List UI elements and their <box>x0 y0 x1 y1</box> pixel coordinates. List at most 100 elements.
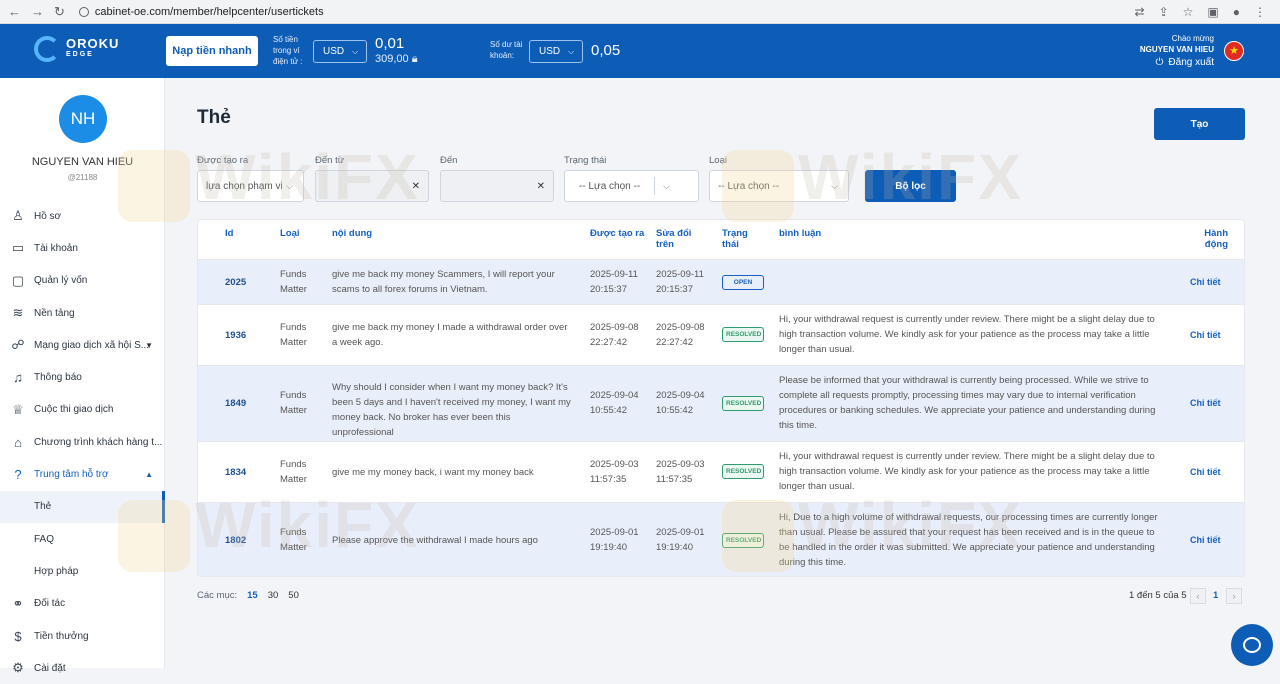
status-badge: RESOLVED <box>722 327 764 342</box>
filter-button[interactable]: Bộ lọc <box>865 170 956 202</box>
table-row: 1802 Funds Matter Please approve the wit… <box>198 502 1244 576</box>
sidebar-item-legal[interactable]: Hợp pháp <box>0 555 165 587</box>
detail-link[interactable]: Chi tiết <box>1190 396 1221 411</box>
sidebar-item-profile[interactable]: ♙ Hồ sơ <box>0 200 165 232</box>
sidebar-item-label: Nền tảng <box>34 307 75 319</box>
ticket-modified: 2025-09-08 22:27:42 <box>656 322 705 348</box>
quick-deposit-button[interactable]: Nạp tiền nhanh <box>166 36 258 66</box>
chevron-left-icon: ‹ <box>1196 591 1200 601</box>
table-row: 1834 Funds Matter give me my money back,… <box>198 441 1244 502</box>
header-id[interactable]: Id <box>225 228 233 239</box>
clear-icon[interactable]: ✕ <box>537 181 545 192</box>
sidebar-item-faq[interactable]: FAQ <box>0 523 165 555</box>
current-page-number[interactable]: 1 <box>1213 590 1218 601</box>
power-icon: ⏻ <box>1155 57 1164 68</box>
page-title: Thẻ <box>197 107 231 128</box>
account-currency-select[interactable]: USD ⌵ <box>529 40 583 63</box>
brand-logo[interactable]: OROKU EDGE <box>34 36 119 62</box>
welcome-block: Chào mừng NGUYEN VAN HIEU <box>1140 33 1214 55</box>
status-badge: OPEN <box>722 275 764 290</box>
sidebar-item-label: Cài đặt <box>34 662 66 674</box>
header-status[interactable]: Trạng thái <box>722 228 762 250</box>
account-currency-value: USD <box>539 46 561 57</box>
from-date-input[interactable]: ✕ <box>315 170 429 202</box>
sidebar-item-accounts[interactable]: ▭ Tài khoản <box>0 232 165 264</box>
welcome-label: Chào mừng <box>1171 34 1214 43</box>
sidebar-item-settings[interactable]: ⚙ Cài đặt <box>0 652 165 684</box>
ticket-comment: Hi, your withdrawal request is currently… <box>779 314 1155 355</box>
sidebar-item-label: Mạng giao dịch xã hội S... <box>34 339 150 351</box>
header-type[interactable]: Loại <box>280 228 300 239</box>
sidebar-item-contests[interactable]: ♕ Cuộc thi giao dịch <box>0 394 165 426</box>
detail-link[interactable]: Chi tiết <box>1190 533 1221 548</box>
sidebar-menu: ♙ Hồ sơ ▭ Tài khoản ▢ Quản lý vốn ≋ Nền tảng… <box>0 200 165 684</box>
share-icon[interactable]: ⇪ <box>1159 5 1169 19</box>
header-modified[interactable]: Sửa đổi trên <box>656 228 696 250</box>
reload-icon[interactable]: ↻ <box>54 4 65 20</box>
detail-link[interactable]: Chi tiết <box>1190 275 1221 290</box>
sidebar-item-loyalty[interactable]: ⌂ Chương trình khách hàng t... <box>0 426 165 458</box>
sidebar-item-help-center[interactable]: ? Trung tâm hỗ trợ ▲ <box>0 458 165 490</box>
address-bar[interactable]: cabinet-oe.com/member/helpcenter/usertic… <box>78 6 324 18</box>
vietnam-flag-icon[interactable]: ★ <box>1224 41 1244 61</box>
chevron-down-icon: ▼ <box>145 340 153 350</box>
create-ticket-button[interactable]: Tạo <box>1154 108 1245 140</box>
ticket-content: Please approve the withdrawal I made hou… <box>332 535 538 546</box>
sidebar-item-funds[interactable]: ▢ Quản lý vốn <box>0 265 165 297</box>
type-select-value: -- Lựa chọn -- <box>718 180 780 192</box>
ticket-created: 2025-09-03 11:57:35 <box>590 459 639 485</box>
sidebar-item-bonus[interactable]: $ Tiền thưởng <box>0 620 165 652</box>
sidebar-item-tickets[interactable]: Thẻ <box>0 490 165 523</box>
type-select[interactable]: -- Lựa chọn -- ⌵ <box>709 170 849 202</box>
to-date-input[interactable]: ✕ <box>440 170 554 202</box>
trophy-icon: ♕ <box>12 401 24 417</box>
created-range-select[interactable]: lựa chọn phạm vi ⌵ <box>197 170 304 202</box>
header-content[interactable]: nội dung <box>332 228 372 239</box>
detail-link[interactable]: Chi tiết <box>1190 465 1221 480</box>
profile-icon[interactable]: ● <box>1233 5 1240 19</box>
ticket-type: Funds Matter <box>280 322 307 348</box>
logout-button[interactable]: ⏻ Đăng xuất <box>1155 57 1214 68</box>
chevron-down-icon: ⌵ <box>831 180 838 191</box>
logout-label: Đăng xuất <box>1168 57 1214 68</box>
live-chat-button[interactable] <box>1231 624 1273 666</box>
wallet-label: Số tiền trong ví điện tử : <box>273 35 303 66</box>
next-page-button[interactable]: › <box>1226 588 1242 604</box>
prev-page-button[interactable]: ‹ <box>1190 588 1206 604</box>
table-row: 2025 Funds Matter give me back my money … <box>198 259 1244 304</box>
sidebar-item-label: Chương trình khách hàng t... <box>34 436 163 448</box>
clear-icon[interactable]: ✕ <box>412 181 420 192</box>
ticket-id: 1834 <box>225 467 247 478</box>
sidebar-item-partners[interactable]: ⚭ Đối tác <box>0 588 165 620</box>
sidebar-item-label: Tiền thưởng <box>34 630 89 642</box>
header-comment[interactable]: bình luận <box>779 228 821 239</box>
sidebar-item-platforms[interactable]: ≋ Nền tảng <box>0 297 165 329</box>
page-size-option-50[interactable]: 50 <box>288 590 299 601</box>
chevron-down-icon: ⌵ <box>663 180 670 191</box>
back-icon[interactable]: ← <box>8 4 21 20</box>
sidebar-item-label: Tài khoản <box>34 242 78 254</box>
ticket-content: give me back my money I made a withdrawa… <box>332 322 568 348</box>
sidepanel-icon[interactable]: ▣ <box>1207 5 1218 19</box>
header-created[interactable]: Được tạo ra <box>590 228 644 239</box>
ticket-modified: 2025-09-11 20:15:37 <box>656 269 704 295</box>
ticket-created: 2025-09-04 10:55:42 <box>590 390 639 416</box>
bookmark-star-icon[interactable]: ☆ <box>1183 5 1194 19</box>
page-size-option-15[interactable]: 15 <box>247 590 258 601</box>
gear-icon: ⚙ <box>12 660 24 676</box>
wallet-icon: ▢ <box>11 272 25 288</box>
site-info-icon[interactable] <box>78 6 89 17</box>
translate-icon[interactable]: ⇄ <box>1135 5 1145 19</box>
table-header: Id Loại nội dung Được tạo ra Sửa đổi trê… <box>198 220 1244 260</box>
chevron-right-icon: › <box>1232 591 1236 601</box>
user-id: @21188 <box>67 173 98 182</box>
forward-icon[interactable]: → <box>31 4 44 20</box>
detail-link[interactable]: Chi tiết <box>1190 328 1221 343</box>
wallet-currency-select[interactable]: USD ⌵ <box>313 40 367 63</box>
avatar[interactable]: NH <box>59 95 107 143</box>
sidebar-item-social-trading[interactable]: ☍ Mạng giao dịch xã hội S... ▼ <box>0 329 165 361</box>
browser-menu-icon[interactable]: ⋮ <box>1254 5 1266 19</box>
sidebar-item-notifications[interactable]: ♫ Thông báo <box>0 361 165 393</box>
status-select[interactable]: -- Lựa chọn -- ⌵ <box>564 170 699 202</box>
page-size-option-30[interactable]: 30 <box>268 590 279 601</box>
